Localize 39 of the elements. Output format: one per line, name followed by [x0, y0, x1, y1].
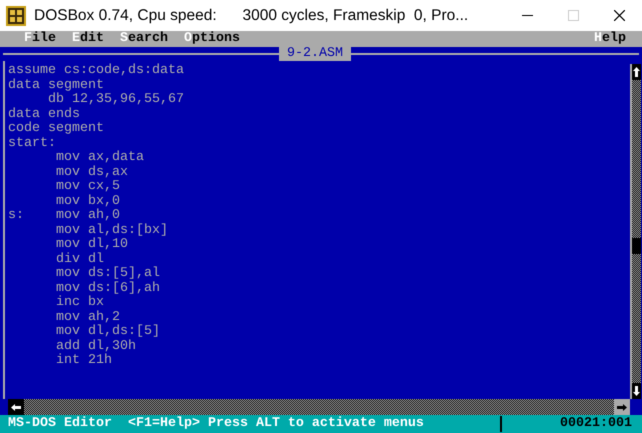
menu-item[interactable]: File	[24, 31, 56, 47]
code-line: inc bx	[54, 296, 104, 310]
code-line: assume cs:code,ds:data	[8, 64, 184, 78]
code-line: mov ds:[6],ah	[54, 282, 160, 296]
status-message: MS-DOS Editor <F1=Help> Press ALT to activate menus	[7, 415, 425, 433]
close-icon[interactable]	[614, 10, 624, 21]
code-line: mov ds,ax	[54, 166, 128, 180]
code-line: db 12,35,96,55,67	[46, 93, 184, 107]
minimize-icon[interactable]	[522, 15, 532, 16]
code-line: data segment	[8, 78, 104, 92]
code-line: div dl	[54, 252, 104, 266]
code-line: mov cx,5	[54, 180, 120, 194]
left-arrow-icon[interactable]	[11, 404, 21, 410]
code-line: mov dl,ds:[5]	[54, 325, 160, 339]
menu-item[interactable]: Search	[120, 31, 168, 47]
code-line: s: mov ah,0	[8, 209, 120, 223]
menu-item[interactable]: Help	[594, 31, 626, 47]
code-line: start:	[8, 136, 56, 151]
right-arrow-icon[interactable]	[617, 404, 627, 410]
code-line: mov ah,2	[54, 310, 120, 324]
window-title: DOSBox 0.74, Cpu speed: 3000 cycles, Frameskip 0, Pro...	[34, 6, 470, 24]
code-line: mov ax,data	[54, 151, 144, 165]
down-arrow-icon[interactable]	[633, 386, 640, 396]
horizontal-scrollbar[interactable]	[8, 399, 630, 415]
code-line: code segment	[8, 122, 104, 136]
vertical-scrollbar[interactable]	[630, 64, 641, 399]
code-line: data ends	[8, 108, 80, 122]
code-line: mov al,ds:[bx]	[54, 224, 168, 238]
code-line: mov ds:[5],al	[54, 267, 160, 281]
cursor-position: 00021:001	[559, 415, 633, 433]
scroll-thumb[interactable]	[632, 238, 641, 254]
menu-item[interactable]: Edit	[72, 31, 104, 47]
code-line: mov bx,0	[54, 194, 120, 208]
code-line: int 21h	[54, 354, 112, 368]
menu-item[interactable]: Options	[184, 31, 240, 47]
code-line: add dl,30h	[54, 340, 136, 354]
code-line: mov dl,10	[54, 238, 128, 252]
up-arrow-icon[interactable]	[633, 67, 640, 77]
app-icon	[6, 6, 26, 26]
